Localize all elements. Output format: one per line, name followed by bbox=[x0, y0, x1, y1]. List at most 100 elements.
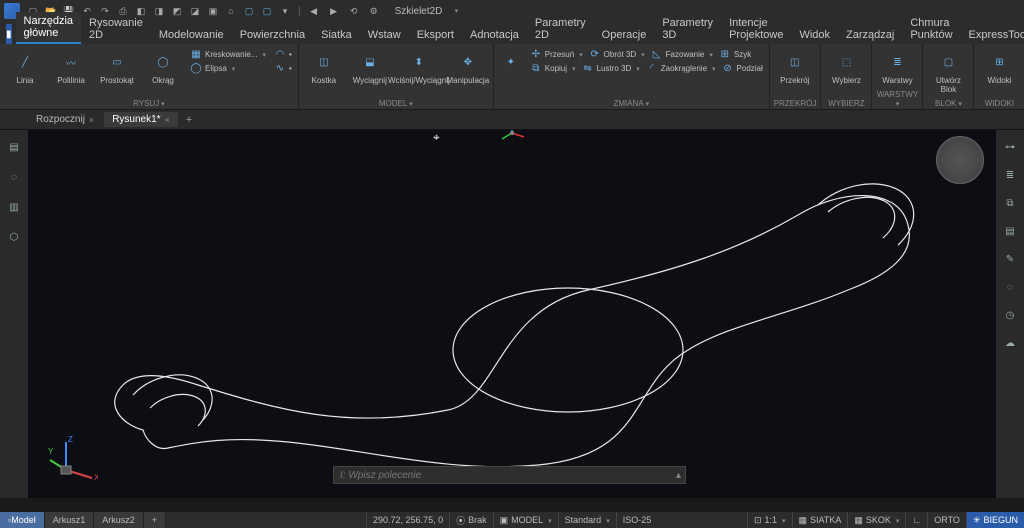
tool-polilinia[interactable]: 〰Polilinia bbox=[50, 46, 92, 86]
status-space[interactable]: ▣MODEL bbox=[493, 512, 558, 528]
misc4-icon[interactable]: ◪ bbox=[188, 4, 202, 18]
tool-wyciagnij[interactable]: ⬓Wyciągnij bbox=[349, 46, 391, 86]
tool-obrot-3d[interactable]: ⟳Obrót 3D bbox=[587, 48, 647, 61]
close-icon[interactable]: × bbox=[165, 115, 170, 125]
tab-parametry-3d[interactable]: Parametry 3D bbox=[654, 14, 721, 44]
home-icon[interactable]: ⌂ bbox=[224, 4, 238, 18]
r-cloud-icon[interactable]: ☁ bbox=[1001, 334, 1019, 352]
tool-zaokraglenie[interactable]: ◜Zaokrąglenie bbox=[644, 62, 718, 75]
status-scale[interactable]: ⊡1:1 bbox=[747, 512, 792, 528]
r-layers-icon[interactable]: ≣ bbox=[1001, 166, 1019, 184]
app-menu-button[interactable]: ▮ bbox=[6, 24, 12, 44]
tool-prostokat[interactable]: ▭Prostokąt bbox=[96, 46, 138, 86]
workspace-label[interactable]: Szkielet2D bbox=[395, 6, 443, 17]
sidebar-cube-icon[interactable]: ⬡ bbox=[5, 228, 23, 246]
tab-modelowanie[interactable]: Modelowanie bbox=[151, 26, 232, 44]
panel-title-przekroj[interactable]: PRZEKRÓJ bbox=[774, 98, 817, 109]
panel-title-warstwy[interactable]: WARSTWY bbox=[877, 90, 918, 108]
command-expand-icon[interactable]: ▴ bbox=[676, 470, 681, 481]
layout-tab-model[interactable]: ▫ Model bbox=[0, 512, 45, 528]
tab-operacje[interactable]: Operacje bbox=[594, 26, 655, 44]
doc-tab-rysunek1[interactable]: Rysunek1*× bbox=[104, 112, 178, 127]
command-line[interactable]: I: Wpisz polecenie ▴ bbox=[333, 466, 686, 484]
tool-lustro-3d[interactable]: ⇋Lustro 3D bbox=[580, 62, 642, 75]
add-document-button[interactable]: + bbox=[180, 114, 198, 126]
tool-elipsa[interactable]: ◯Elipsa bbox=[188, 62, 268, 75]
misc2-icon[interactable]: ◨ bbox=[152, 4, 166, 18]
tab-chmura-punktow[interactable]: Chmura Punktów bbox=[902, 14, 960, 44]
sidebar-layers-icon[interactable]: ▥ bbox=[5, 198, 23, 216]
viewport[interactable]: ⌖ X Y Z I: Wpisz polecenie ▴ bbox=[28, 130, 996, 498]
r-clock-icon[interactable]: ◷ bbox=[1001, 306, 1019, 324]
tool-szyk[interactable]: ⊞Szyk bbox=[717, 48, 753, 61]
tool-extra-2[interactable]: ∿• bbox=[272, 62, 294, 75]
r-book-icon[interactable]: ▤ bbox=[1001, 222, 1019, 240]
workspace-dropdown-icon[interactable] bbox=[448, 4, 462, 18]
tool-przesun[interactable]: ✢Przesuń bbox=[528, 48, 585, 61]
doc-tab-rozpocznij[interactable]: Rozpocznij× bbox=[28, 112, 102, 127]
share-icon[interactable]: ▢ bbox=[260, 4, 274, 18]
panel-title-wybierz[interactable]: WYBIERZ bbox=[825, 98, 867, 109]
tool-kostka[interactable]: ◫Kostka bbox=[303, 46, 345, 86]
ws-prev-icon[interactable]: ◀ bbox=[307, 4, 321, 18]
search-icon[interactable]: ▢ bbox=[242, 4, 256, 18]
ws-next-icon[interactable]: ▶ bbox=[327, 4, 341, 18]
toggle-angle[interactable]: ∟ bbox=[905, 512, 927, 528]
tab-parametry-2d[interactable]: Parametry 2D bbox=[527, 14, 594, 44]
tab-widok[interactable]: Widok bbox=[791, 26, 838, 44]
panel-title-model[interactable]: MODEL bbox=[379, 99, 413, 108]
tab-siatka[interactable]: Siatka bbox=[313, 26, 360, 44]
tool-okrag[interactable]: ◯Okrąg bbox=[142, 46, 184, 86]
ucs-axis-widget[interactable]: X Y Z bbox=[48, 436, 98, 486]
toggle-siatka[interactable]: ▦SIATKA bbox=[792, 512, 848, 528]
tab-eksport[interactable]: Eksport bbox=[409, 26, 462, 44]
r-scale-icon[interactable]: ⧉ bbox=[1001, 194, 1019, 212]
tool-podzial[interactable]: ⊘Podział bbox=[720, 62, 765, 75]
panel-title-widoki[interactable]: WIDOKI bbox=[978, 98, 1020, 109]
panel-title-blok[interactable]: BLOK bbox=[935, 99, 962, 108]
ws-toggle-icon[interactable]: ⟲ bbox=[347, 4, 361, 18]
tool-gizmo[interactable]: ✦ bbox=[498, 46, 524, 76]
r-light-icon[interactable]: ◌ bbox=[1001, 278, 1019, 296]
tab-adnotacja[interactable]: Adnotacja bbox=[462, 26, 527, 44]
workspace-icon[interactable]: ⚙ bbox=[367, 4, 381, 18]
tool-warstwy[interactable]: ≣Warstwy bbox=[876, 46, 918, 86]
tool-blok[interactable]: ▢Utwórz Blok bbox=[927, 46, 969, 95]
tab-expresstools[interactable]: ExpressTools bbox=[961, 26, 1024, 44]
tool-wcisnij-wyciagnij[interactable]: ⬍Wciśnij/Wyciągnij bbox=[395, 46, 443, 86]
tool-linia[interactable]: ╱Linia bbox=[4, 46, 46, 86]
toggle-orto[interactable]: ORTO bbox=[927, 512, 966, 528]
qat-dropdown-icon[interactable]: ▾ bbox=[278, 4, 292, 18]
misc5-icon[interactable]: ▣ bbox=[206, 4, 220, 18]
tab-zarzadzaj[interactable]: Zarządzaj bbox=[838, 26, 902, 44]
panel-title-zmiana[interactable]: ZMIANA bbox=[613, 99, 649, 108]
tab-intencje[interactable]: Intencje Projektowe bbox=[721, 14, 791, 44]
tab-powierzchnia[interactable]: Powierzchnia bbox=[232, 26, 313, 44]
status-pen[interactable]: ⦿Brak bbox=[449, 512, 493, 528]
close-icon[interactable]: × bbox=[89, 115, 94, 125]
misc3-icon[interactable]: ◩ bbox=[170, 4, 184, 18]
layout-tab-arkusz2[interactable]: Arkusz2 bbox=[94, 512, 144, 528]
tab-wstaw[interactable]: Wstaw bbox=[360, 26, 409, 44]
status-dim-style[interactable]: ISO-25 bbox=[616, 512, 658, 528]
tool-extra-1[interactable]: ◠• bbox=[272, 48, 294, 61]
panel-title-rysuj[interactable]: RYSUJ bbox=[133, 99, 165, 108]
sidebar-panel-icon[interactable]: ▤ bbox=[5, 138, 23, 156]
tab-narzedzia-glowne[interactable]: Narzędzia główne bbox=[16, 12, 82, 44]
r-edit-icon[interactable]: ✎ bbox=[1001, 250, 1019, 268]
sidebar-bulb-icon[interactable]: ◌ bbox=[5, 168, 23, 186]
tool-wybierz[interactable]: ⬚Wybierz bbox=[825, 46, 867, 86]
layout-tab-arkusz1[interactable]: Arkusz1 bbox=[45, 512, 95, 528]
tool-kreskowanie[interactable]: ▦Kreskowanie... bbox=[188, 48, 268, 61]
r-settings-icon[interactable]: ⊶ bbox=[1001, 138, 1019, 156]
tool-fazowanie[interactable]: ◺Fazowanie bbox=[649, 48, 715, 61]
toggle-skok[interactable]: ▦SKOK bbox=[847, 512, 905, 528]
tool-widoki[interactable]: ⊞Widoki bbox=[978, 46, 1020, 86]
tool-manipulacja[interactable]: ✥Manipulacja bbox=[447, 46, 489, 86]
tool-przekroj[interactable]: ◫Przekrój bbox=[774, 46, 816, 86]
layout-add-button[interactable]: + bbox=[144, 512, 166, 528]
status-text-style[interactable]: Standard bbox=[558, 512, 616, 528]
tool-kopiuj[interactable]: ⧉Kopiuj bbox=[528, 62, 578, 75]
toggle-biegun[interactable]: ✳BIEGUN bbox=[966, 512, 1024, 528]
tab-rysowanie-2d[interactable]: Rysowanie 2D bbox=[81, 14, 151, 44]
